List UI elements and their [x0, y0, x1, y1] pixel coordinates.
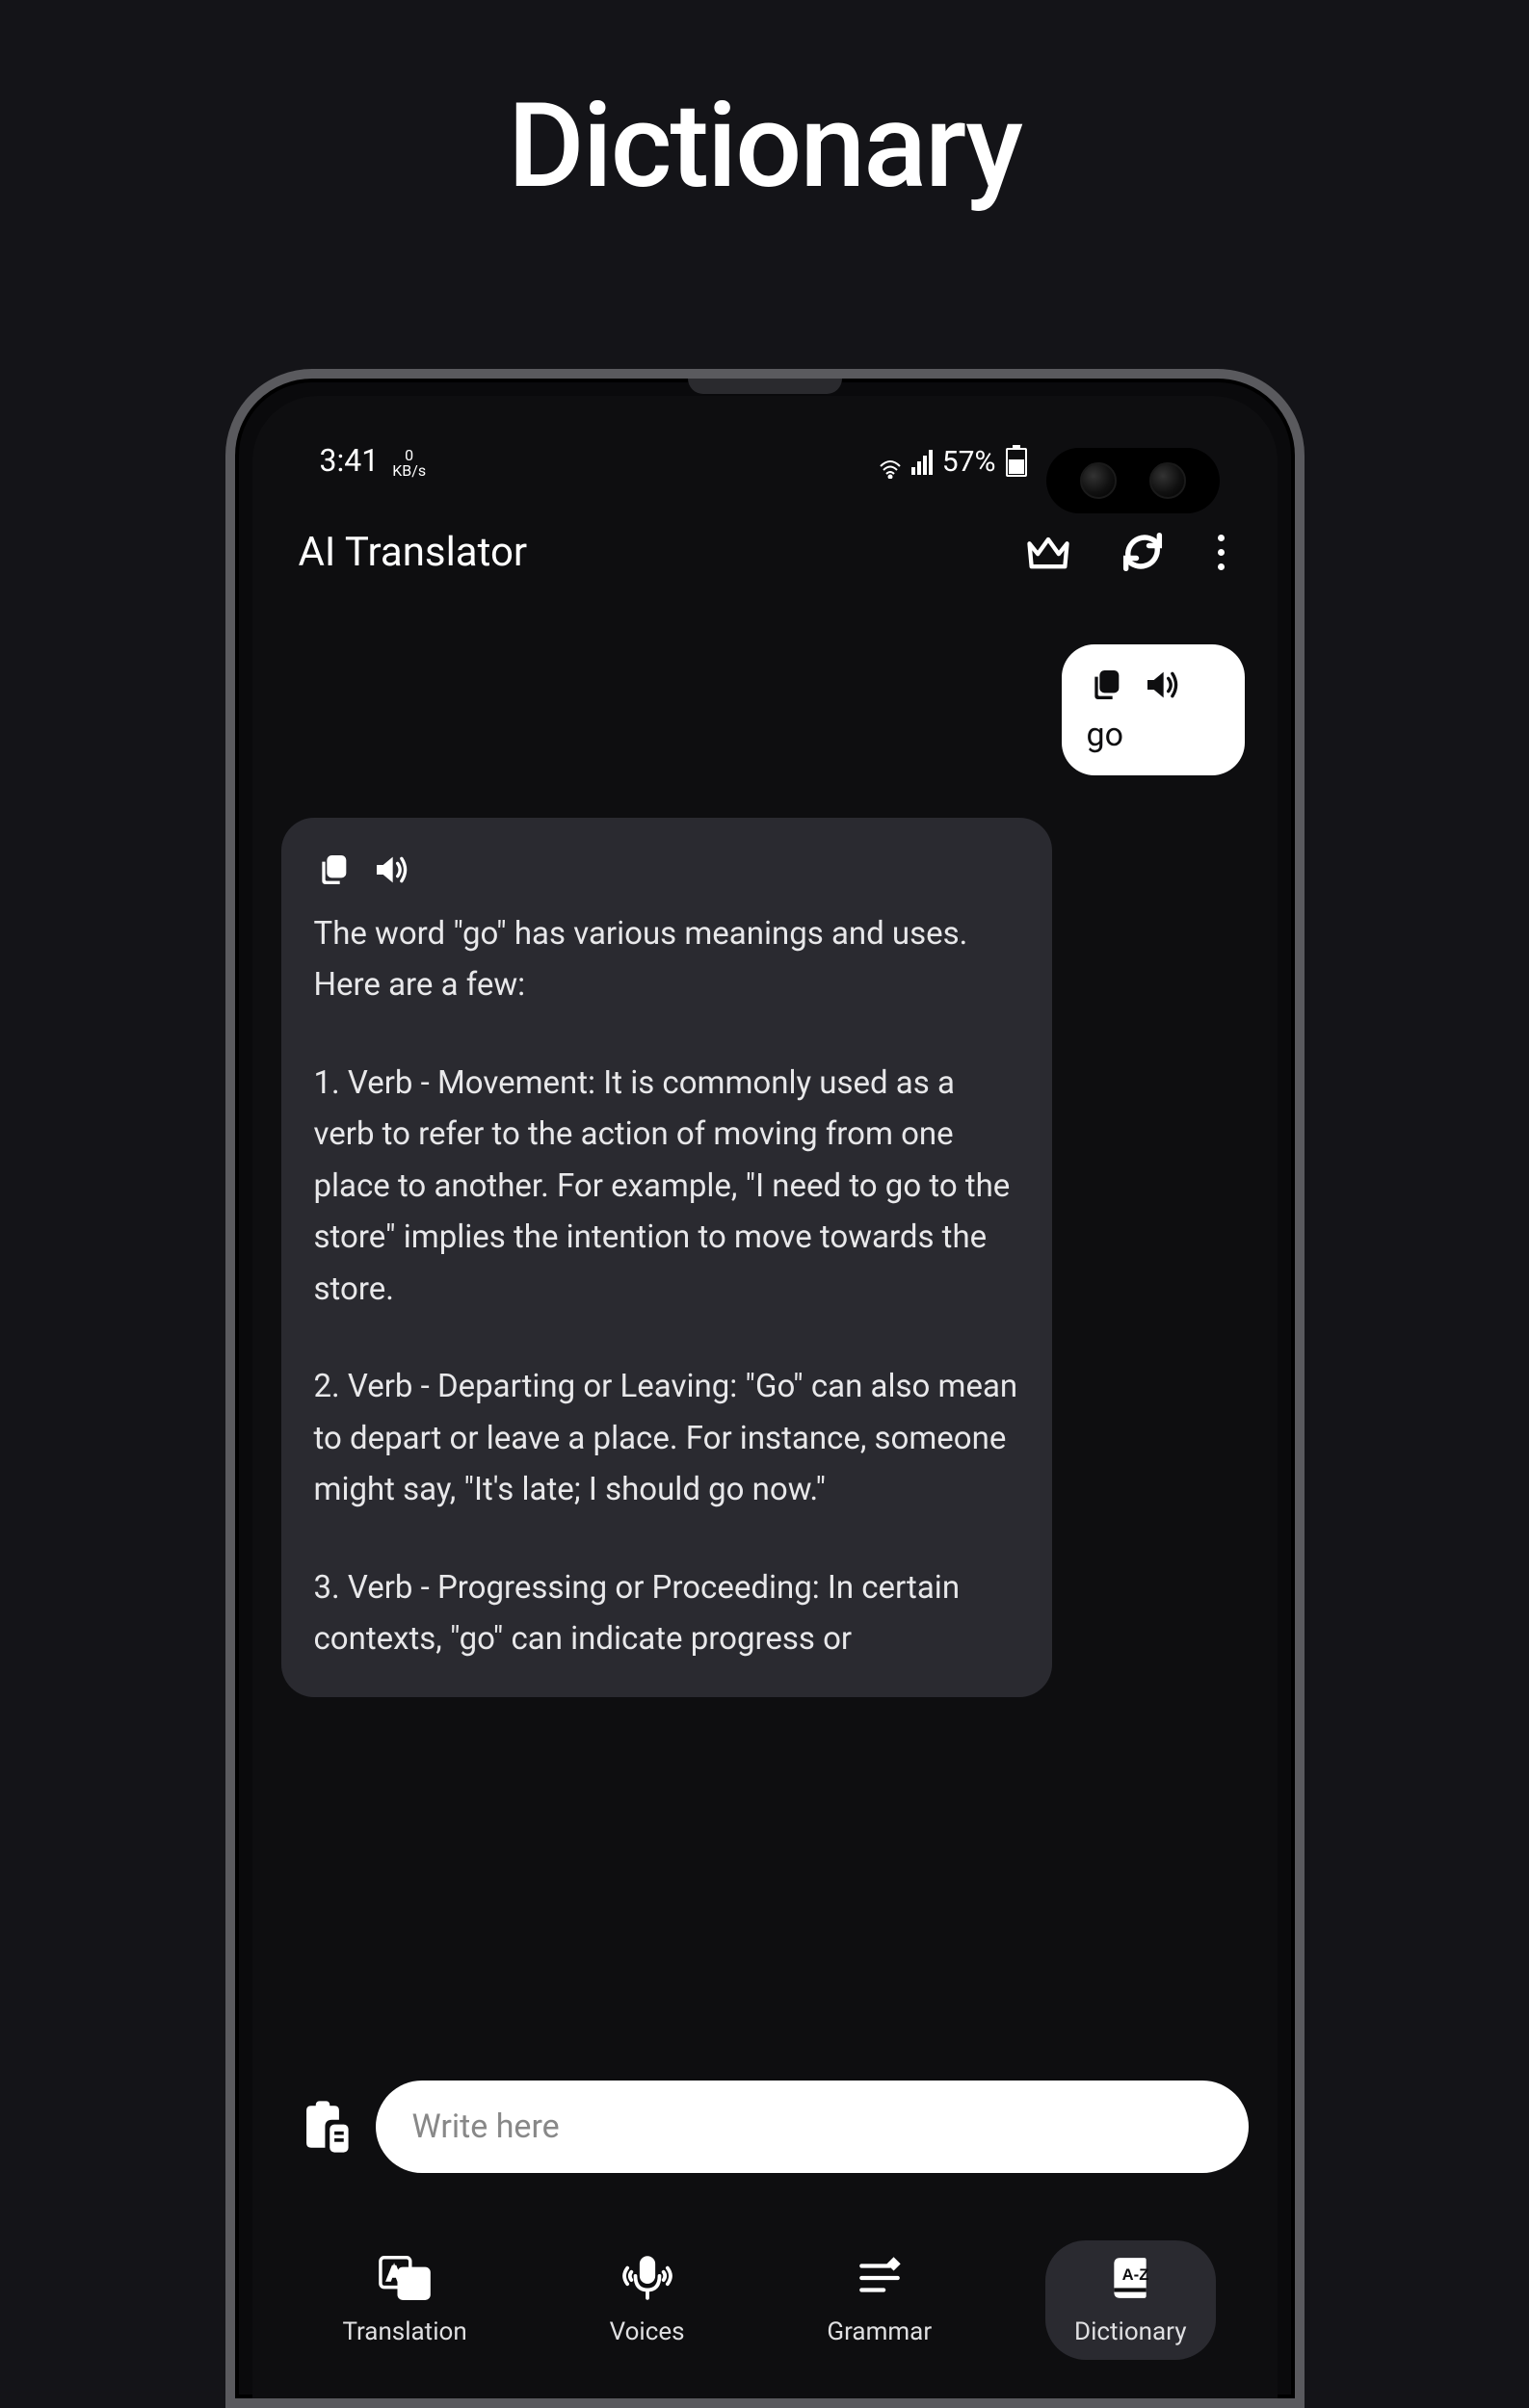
status-time: 3:41 — [320, 442, 380, 479]
voices-icon — [621, 2254, 673, 2302]
phone-speaker — [688, 379, 842, 394]
more-icon[interactable] — [1212, 535, 1231, 570]
phone-screen: 3:41 0 KB/s 57% AI Translator — [252, 396, 1278, 2398]
speaker-icon[interactable] — [372, 851, 410, 889]
camera-lens — [1149, 462, 1186, 499]
ai-text-p2: 2. Verb - Departing or Leaving: "Go" can… — [314, 1361, 1019, 1515]
page-title: Dictionary — [508, 77, 1021, 215]
ai-text-p1: 1. Verb - Movement: It is commonly used … — [314, 1058, 1019, 1315]
wifi-icon — [879, 453, 902, 472]
kbs-unit: KB/s — [392, 463, 426, 479]
copy-icon[interactable] — [314, 851, 353, 889]
grammar-icon — [854, 2254, 906, 2302]
status-kbs: 0 KB/s — [392, 448, 426, 479]
nav-label: Dictionary — [1074, 2317, 1187, 2346]
ai-message-bubble: The word "go" has various meanings and u… — [281, 818, 1052, 1697]
nav-label: Grammar — [827, 2317, 932, 2346]
dictionary-icon: A-Z — [1104, 2254, 1156, 2302]
phone-frame: 3:41 0 KB/s 57% AI Translator — [225, 369, 1305, 2408]
svg-text:文: 文 — [408, 2275, 426, 2296]
crown-icon[interactable] — [1023, 527, 1073, 577]
battery-pct: 57% — [942, 445, 996, 479]
nav-translation[interactable]: A 文 Translation — [313, 2240, 495, 2360]
nav-grammar[interactable]: Grammar — [798, 2240, 961, 2360]
user-message-bubble: go — [1062, 644, 1245, 775]
message-input[interactable]: Write here — [376, 2081, 1249, 2173]
bottom-nav: A 文 Translation Voices — [252, 2212, 1278, 2398]
user-message-text: go — [1087, 716, 1220, 754]
nav-dictionary[interactable]: A-Z Dictionary — [1045, 2240, 1216, 2360]
ai-text-intro: The word "go" has various meanings and u… — [314, 908, 1019, 1011]
chat-area: go The word "go" has various meanings an… — [252, 606, 1278, 2061]
battery-icon — [1006, 448, 1027, 477]
camera-cutout — [1046, 448, 1220, 513]
input-row: Write here — [252, 2061, 1278, 2212]
refresh-icon[interactable] — [1118, 527, 1168, 577]
nav-label: Voices — [610, 2317, 685, 2346]
translation-icon: A 文 — [379, 2254, 431, 2302]
svg-text:A-Z: A-Z — [1122, 2265, 1149, 2284]
copy-icon[interactable] — [1087, 666, 1125, 704]
speaker-icon[interactable] — [1143, 666, 1181, 704]
input-placeholder: Write here — [412, 2107, 560, 2146]
camera-lens — [1080, 462, 1117, 499]
ai-text-p3: 3. Verb - Progressing or Proceeding: In … — [314, 1562, 1019, 1665]
nav-voices[interactable]: Voices — [581, 2240, 714, 2360]
app-title: AI Translator — [299, 529, 528, 576]
nav-label: Translation — [342, 2317, 466, 2346]
paste-icon[interactable] — [295, 2099, 351, 2155]
signal-icon — [911, 450, 933, 475]
